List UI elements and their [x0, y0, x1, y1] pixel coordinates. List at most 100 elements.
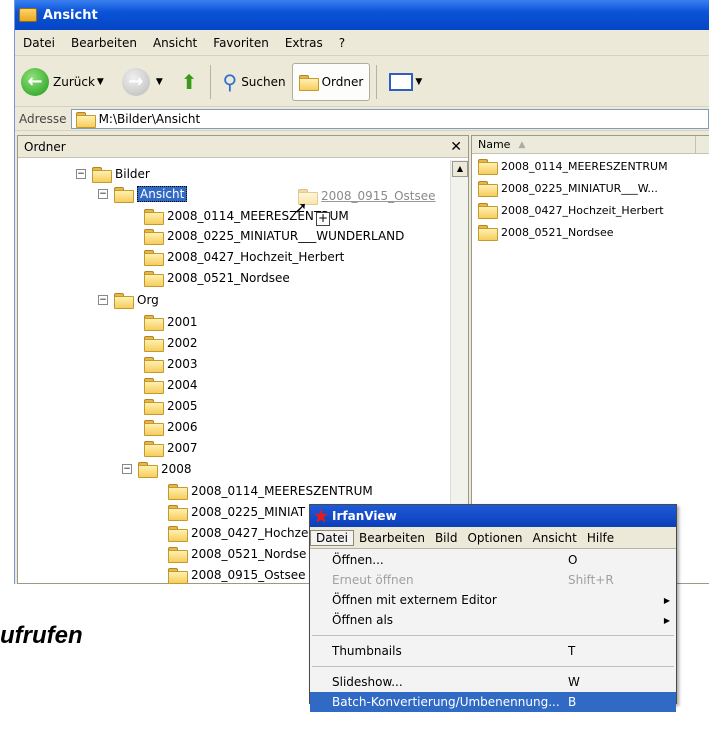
tree-node[interactable]: 2008_0225_MINIAT	[168, 502, 305, 522]
tree-node[interactable]: 2008_0915_Ostsee	[168, 565, 306, 585]
menu-help[interactable]: ?	[331, 36, 353, 50]
tree-node[interactable]: 2008_0114_MEERESZENTRUM	[168, 481, 373, 501]
menu-item-label: Öffnen mit externem Editor	[332, 593, 497, 607]
search-button[interactable]: ⚲ Suchen	[217, 63, 292, 101]
list-item[interactable]: 2008_0114_MEERESZENTRUM	[478, 156, 668, 176]
folders-button[interactable]: Ordner	[291, 62, 371, 101]
views-button[interactable]: ▼	[383, 63, 434, 101]
menu-optionen[interactable]: Optionen	[462, 531, 527, 545]
title-bar[interactable]: Ansicht	[15, 0, 709, 30]
menu-item-shortcut: O	[568, 553, 578, 567]
menu-item-slideshow[interactable]: Slideshow... W	[310, 672, 676, 692]
menu-item-batch-konvertierung[interactable]: Batch-Konvertierung/Umbenennung... B	[310, 692, 676, 712]
tree-node[interactable]: 2005	[144, 396, 198, 416]
folder-icon	[114, 293, 134, 309]
tree-node-ansicht[interactable]: − Ansicht	[98, 184, 188, 204]
tree-node[interactable]: 2006	[144, 417, 198, 437]
tree-label: 2006	[167, 420, 198, 434]
tree-label: Org	[137, 293, 159, 307]
folder-pane-title: Ordner	[24, 139, 66, 154]
collapse-icon[interactable]: −	[98, 189, 108, 199]
tree-node[interactable]: 2008_0427_Hochze	[168, 523, 308, 543]
menu-separator	[312, 635, 674, 636]
tree-label: Bilder	[115, 167, 150, 181]
menu-separator	[312, 666, 674, 667]
collapse-icon[interactable]: −	[98, 295, 108, 305]
folder-pane-header: Ordner ✕	[18, 136, 468, 158]
tree-label: 2008_0521_Nordsee	[167, 271, 290, 285]
tree-node-org[interactable]: − Org	[98, 290, 159, 310]
folder-icon	[144, 420, 164, 436]
tree-node[interactable]: 2002	[144, 333, 198, 353]
back-arrow-icon: ←	[21, 67, 49, 96]
forward-arrow-icon: →	[121, 67, 150, 96]
menu-item-label: Öffnen...	[332, 553, 384, 567]
menu-favoriten[interactable]: Favoriten	[205, 36, 277, 50]
chevron-down-icon[interactable]: ▼	[156, 77, 163, 87]
tree-node[interactable]: 2007	[144, 438, 198, 458]
folder-icon	[478, 203, 498, 219]
up-button[interactable]: ⬆	[175, 63, 204, 101]
address-input[interactable]: M:\Bilder\Ansicht	[70, 108, 709, 129]
folder-icon	[92, 167, 112, 183]
menu-item-label: Thumbnails	[332, 644, 402, 658]
views-icon	[389, 72, 414, 91]
menu-bearbeiten[interactable]: Bearbeiten	[63, 36, 145, 50]
tree-node-2008[interactable]: − 2008	[122, 459, 192, 479]
close-icon[interactable]: ✕	[450, 139, 462, 155]
tree-label: 2008_0427_Hochzeit_Herbert	[167, 250, 345, 264]
list-item[interactable]: 2008_0521_Nordsee	[478, 222, 614, 242]
drag-copy-plus-icon: +	[316, 211, 330, 226]
tree-node[interactable]: 2003	[144, 354, 198, 374]
drag-ghost-label: 2008_0915_Ostsee	[321, 189, 436, 203]
menu-bearbeiten[interactable]: Bearbeiten	[354, 531, 430, 545]
tree-node[interactable]: 2008_0225_MINIATUR___WUNDERLAND	[144, 226, 404, 246]
tree-node-bilder[interactable]: − Bilder	[76, 164, 150, 184]
menu-bild[interactable]: Bild	[430, 531, 463, 545]
folder-icon	[19, 8, 37, 22]
menu-item-oeffnen[interactable]: Öffnen... O	[310, 550, 676, 570]
menu-item-label: Slideshow...	[332, 675, 403, 689]
collapse-icon[interactable]: −	[76, 169, 86, 179]
menu-item-shortcut: W	[568, 675, 580, 689]
chevron-down-icon[interactable]: ▼	[415, 77, 422, 87]
window-title: Ansicht	[43, 7, 98, 23]
tree-node[interactable]: 2008_0427_Hochzeit_Herbert	[144, 247, 344, 267]
back-button[interactable]: ← Zurück ▼	[15, 63, 116, 101]
tree-node[interactable]: 2001	[144, 312, 198, 332]
folder-icon	[478, 181, 498, 197]
menu-item-thumbnails[interactable]: Thumbnails T	[310, 641, 676, 661]
irfanview-logo-icon	[314, 509, 328, 523]
folder-up-icon: ⬆	[180, 69, 198, 94]
column-name[interactable]: Name ▲	[472, 136, 696, 153]
chevron-down-icon[interactable]: ▼	[97, 77, 104, 87]
datei-dropdown-menu: Öffnen... O Erneut öffnen Shift+R Öffnen…	[310, 550, 676, 712]
collapse-icon[interactable]: −	[122, 464, 132, 474]
menu-ansicht[interactable]: Ansicht	[528, 531, 582, 545]
forward-button[interactable]: → ▼	[116, 63, 175, 101]
folder-icon	[168, 505, 188, 521]
submenu-arrow-icon: ▶	[663, 615, 670, 625]
tree-node[interactable]: 2008_0521_Nordsee	[144, 268, 290, 288]
list-item[interactable]: 2008_0427_Hochzeit_Herbert	[478, 200, 664, 220]
scroll-up-icon[interactable]: ▲	[452, 161, 468, 177]
menu-item-externer-editor[interactable]: Öffnen mit externem Editor ▶	[310, 590, 676, 610]
menu-datei[interactable]: Datei	[15, 36, 63, 50]
tree-node[interactable]: 2004	[144, 375, 198, 395]
irfanview-title-bar[interactable]: IrfanView	[310, 505, 676, 527]
explorer-window: Ansicht Datei Bearbeiten Ansicht Favorit…	[14, 0, 709, 584]
menu-item-oeffnen-als[interactable]: Öffnen als ▶	[310, 610, 676, 630]
menu-datei[interactable]: Datei	[310, 529, 355, 546]
folder-icon	[478, 225, 498, 241]
folder-icon	[144, 250, 164, 266]
menu-extras[interactable]: Extras	[277, 36, 331, 50]
menu-hilfe[interactable]: Hilfe	[582, 531, 619, 545]
folder-icon	[168, 547, 188, 563]
menu-ansicht[interactable]: Ansicht	[145, 36, 205, 50]
folder-icon	[114, 187, 134, 203]
list-item[interactable]: 2008_0225_MINIATUR___W...	[478, 178, 658, 198]
folder-icon	[144, 315, 164, 331]
tree-node[interactable]: 2008_0521_Nordse	[168, 544, 306, 564]
tree-label: 2008_0225_MINIAT	[191, 505, 306, 519]
folder-icon	[168, 484, 188, 500]
